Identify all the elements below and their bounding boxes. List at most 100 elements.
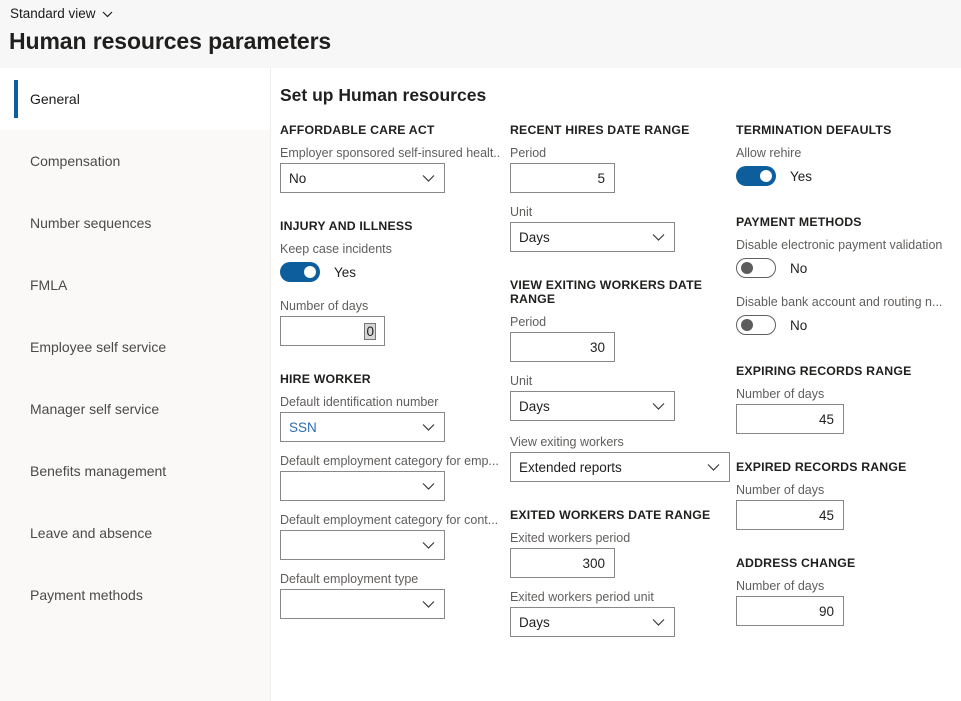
input-value: 45 [819,412,834,427]
field-disable-bank-account-and-routing: Disable bank account and routing n... No [736,295,957,338]
field-injury-number-of-days: Number of days 0 [280,299,501,346]
injury-number-of-days-input[interactable]: 0 [280,316,385,346]
group-heading-exited-workers-date-range: EXITED WORKERS DATE RANGE [510,508,731,522]
field-label: View exiting workers [510,435,731,449]
chevron-down-icon [707,460,720,475]
sidebar-item-general[interactable]: General [0,68,270,130]
chevron-down-icon [652,615,665,630]
disable-electronic-payment-validation-toggle[interactable] [736,258,776,278]
chevron-down-icon [652,399,665,414]
form-column-3: TERMINATION DEFAULTS Allow rehire Yes PA… [731,123,957,649]
sidebar-item-manager-self-service[interactable]: Manager self service [0,378,270,440]
default-identification-number-select[interactable]: SSN [280,412,445,442]
field-label: Unit [510,374,731,388]
select-value: No [289,171,306,186]
sidebar-item-employee-self-service[interactable]: Employee self service [0,316,270,378]
field-employer-sponsored-self-insured: Employer sponsored self-insured healt...… [280,146,501,193]
field-label: Disable bank account and routing n... [736,295,957,309]
input-value: 300 [582,556,605,571]
group-heading-address-change: ADDRESS CHANGE [736,556,957,570]
input-value: 0 [365,324,375,339]
toggle-state-label: Yes [790,169,812,184]
sidebar-item-number-sequences[interactable]: Number sequences [0,192,270,254]
keep-case-incidents-toggle[interactable] [280,262,320,282]
field-label: Default employment category for cont... [280,513,501,527]
chevron-down-icon [422,597,435,612]
chevron-down-icon [652,230,665,245]
field-label: Allow rehire [736,146,957,160]
field-label: Disable electronic payment validation [736,238,957,252]
address-change-number-of-days-input[interactable]: 90 [736,596,844,626]
field-expiring-number-of-days: Number of days 45 [736,387,957,434]
field-label: Unit [510,205,731,219]
view-selector[interactable]: Standard view [10,5,113,23]
recent-hires-unit-select[interactable]: Days [510,222,675,252]
field-label: Keep case incidents [280,242,501,256]
allow-rehire-toggle[interactable] [736,166,776,186]
chevron-down-icon [102,5,113,23]
input-value: 45 [819,508,834,523]
group-heading-expired-records-range: EXPIRED RECORDS RANGE [736,460,957,474]
page-title: Human resources parameters [9,28,331,55]
view-exiting-unit-select[interactable]: Days [510,391,675,421]
toggle-row: No [736,255,957,281]
toggle-state-label: No [790,261,807,276]
chevron-down-icon [422,479,435,494]
field-label: Number of days [736,579,957,593]
sidebar-item-label: Leave and absence [30,525,152,541]
field-label: Exited workers period unit [510,590,731,604]
self-insured-select[interactable]: No [280,163,445,193]
group-heading-affordable-care-act: AFFORDABLE CARE ACT [280,123,501,137]
exited-workers-period-unit-select[interactable]: Days [510,607,675,637]
view-exiting-period-input[interactable]: 30 [510,332,615,362]
select-value: Days [519,399,550,414]
expired-number-of-days-input[interactable]: 45 [736,500,844,530]
toggle-knob [741,262,753,274]
expiring-number-of-days-input[interactable]: 45 [736,404,844,434]
toggle-row: No [736,312,957,338]
field-recent-hires-period: Period 5 [510,146,731,193]
sidebar-item-leave-and-absence[interactable]: Leave and absence [0,502,270,564]
toggle-state-label: No [790,318,807,333]
field-label: Period [510,146,731,160]
select-value: SSN [289,420,317,435]
exited-workers-period-input[interactable]: 300 [510,548,615,578]
sidebar-item-payment-methods[interactable]: Payment methods [0,564,270,626]
group-heading-payment-methods: PAYMENT METHODS [736,215,957,229]
sidebar-item-label: Manager self service [30,401,159,417]
field-label: Period [510,315,731,329]
group-heading-expiring-records-range: EXPIRING RECORDS RANGE [736,364,957,378]
disable-bank-account-toggle[interactable] [736,315,776,335]
sidebar-item-label: Employee self service [30,339,166,355]
default-employment-type-select[interactable] [280,589,445,619]
field-default-identification-number: Default identification number SSN [280,395,501,442]
group-heading-view-exiting-workers-date-range: VIEW EXITING WORKERS DATE RANGE [510,278,731,306]
sidebar-item-compensation[interactable]: Compensation [0,130,270,192]
sidebar-item-label: Payment methods [30,587,143,603]
field-label: Number of days [736,387,957,401]
form-columns: AFFORDABLE CARE ACT Employer sponsored s… [271,123,961,649]
default-employment-category-employee-select[interactable] [280,471,445,501]
recent-hires-period-input[interactable]: 5 [510,163,615,193]
group-heading-recent-hires-date-range: RECENT HIRES DATE RANGE [510,123,731,137]
section-title: Set up Human resources [280,85,486,106]
field-label: Number of days [736,483,957,497]
toggle-knob [741,319,753,331]
sidebar-item-benefits-management[interactable]: Benefits management [0,440,270,502]
field-allow-rehire: Allow rehire Yes [736,146,957,189]
group-heading-termination-defaults: TERMINATION DEFAULTS [736,123,957,137]
form-column-2: RECENT HIRES DATE RANGE Period 5 Unit Da… [501,123,731,649]
field-exited-workers-period: Exited workers period 300 [510,531,731,578]
select-value: Days [519,230,550,245]
sidebar-item-fmla[interactable]: FMLA [0,254,270,316]
default-employment-category-contractor-select[interactable] [280,530,445,560]
input-value: 30 [590,340,605,355]
toggle-knob [760,170,772,182]
field-label: Default employment type [280,572,501,586]
view-exiting-workers-select[interactable]: Extended reports [510,452,730,482]
group-heading-injury-and-illness: INJURY AND ILLNESS [280,219,501,233]
sidebar-item-label: Benefits management [30,463,166,479]
field-exited-workers-period-unit: Exited workers period unit Days [510,590,731,637]
field-disable-electronic-payment-validation: Disable electronic payment validation No [736,238,957,281]
chevron-down-icon [422,420,435,435]
